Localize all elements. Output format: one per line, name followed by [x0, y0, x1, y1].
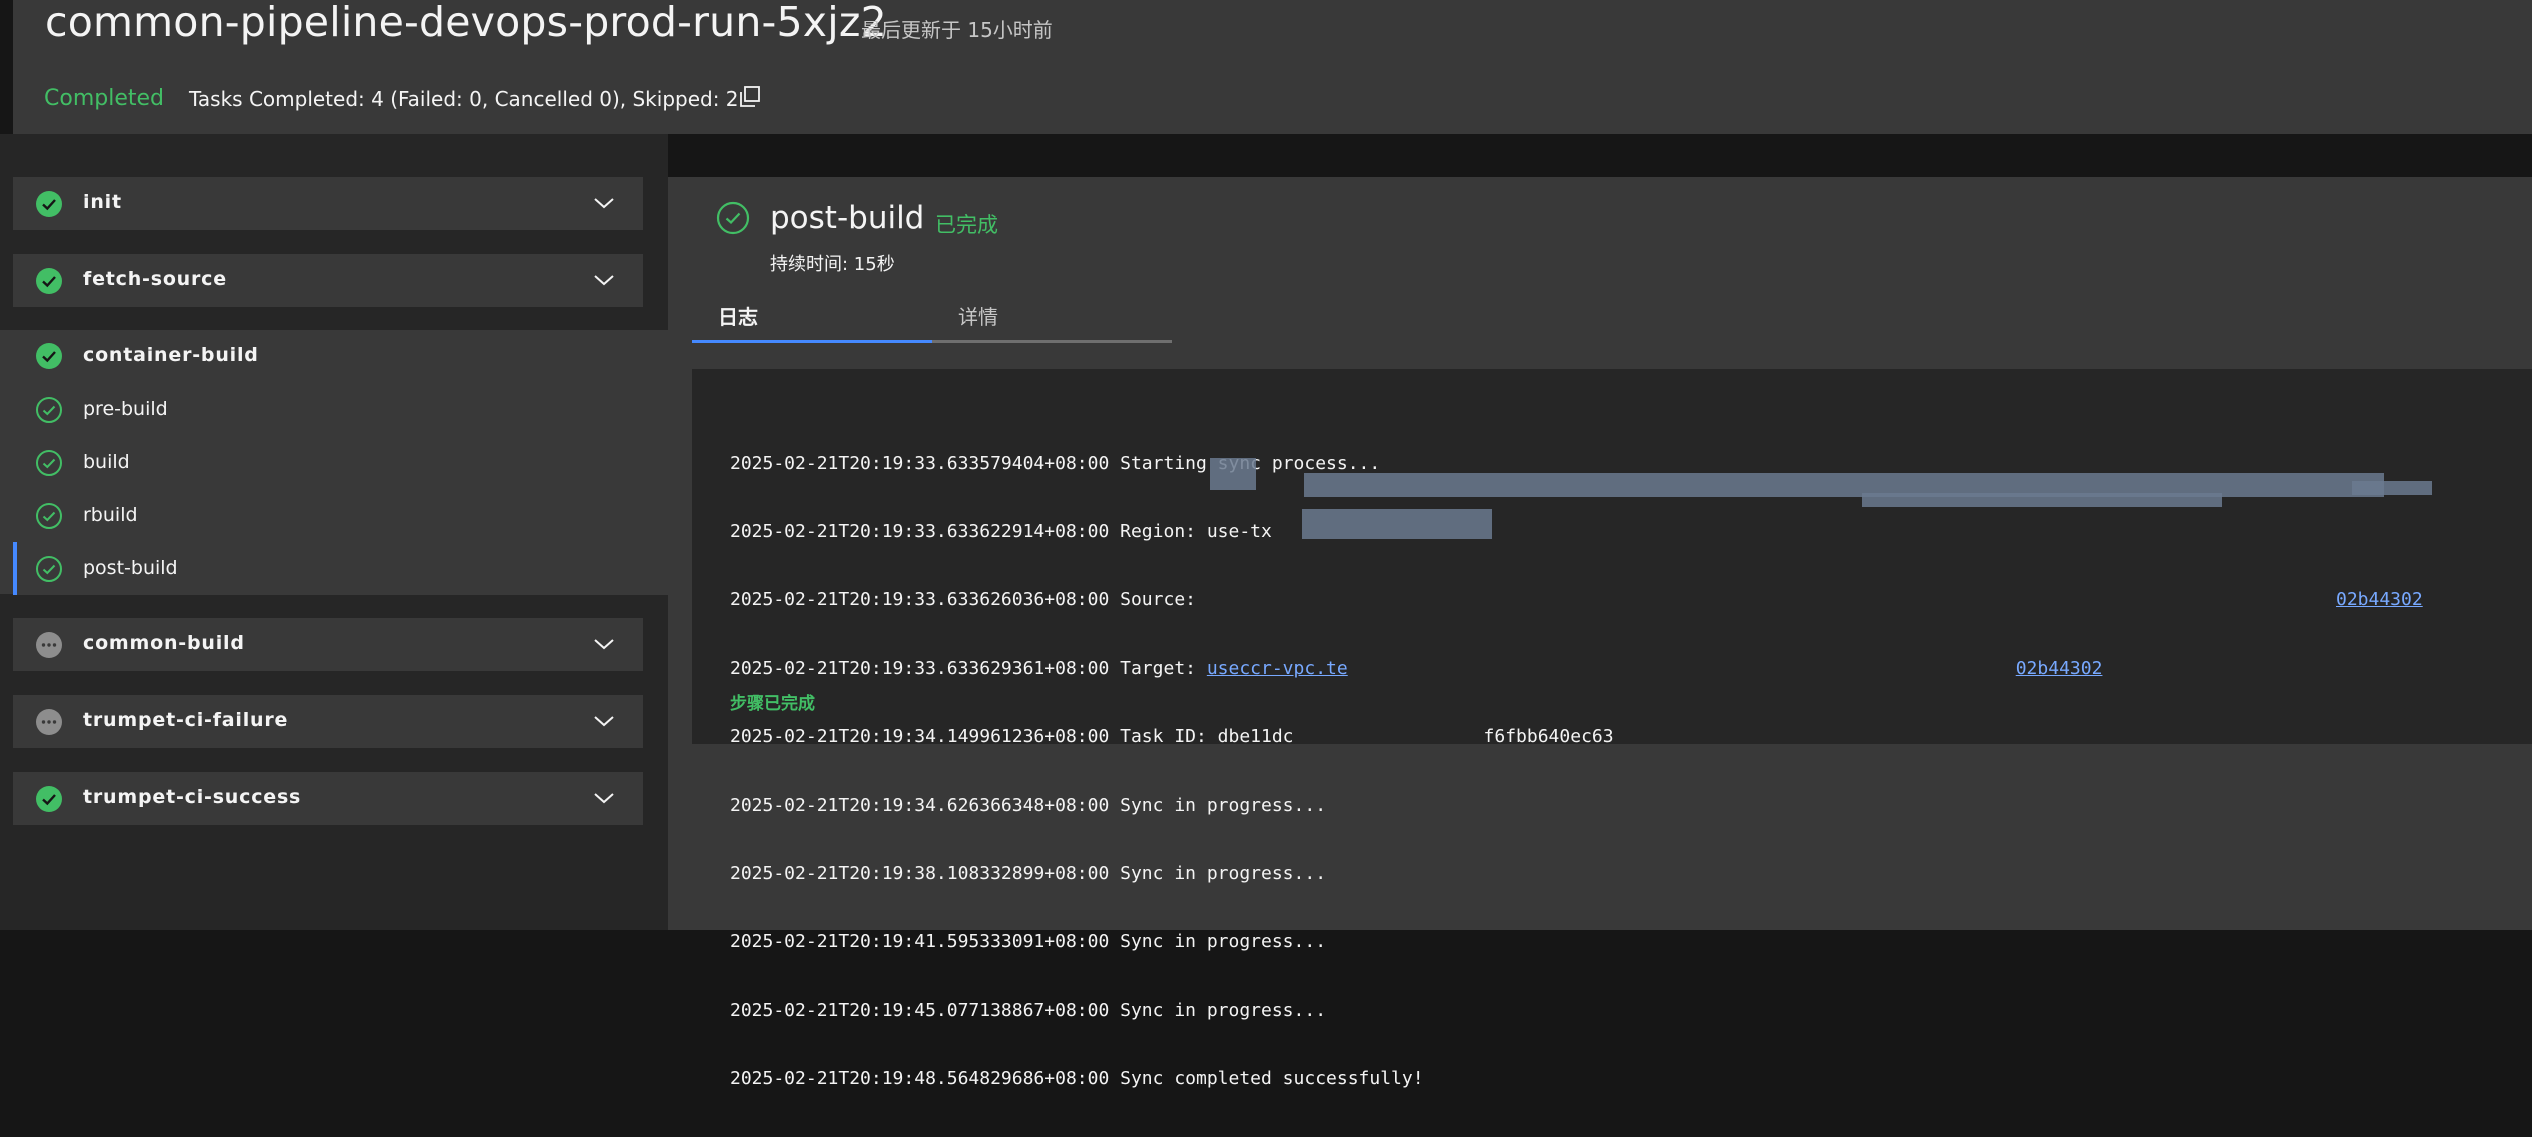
redacted-region: [1862, 493, 2222, 507]
copy-icon[interactable]: [737, 84, 763, 110]
log-lines: 2025-02-21T20:19:33.633579404+08:00 Star…: [730, 407, 2423, 1137]
check-circle-icon: [36, 397, 62, 423]
step-status: 已完成: [935, 213, 998, 237]
success-icon: [36, 191, 62, 217]
target-link-tail[interactable]: 02b44302: [2016, 658, 2103, 679]
chevron-down-icon: [594, 275, 614, 286]
task-common-build[interactable]: common-build: [13, 618, 643, 671]
step-pre-build[interactable]: pre-build: [13, 383, 668, 436]
tab-label: 详情: [958, 305, 998, 329]
tab-label: 日志: [718, 305, 758, 329]
step-build[interactable]: build: [13, 436, 668, 489]
log-line: 2025-02-21T20:19:33.633626036+08:00 Sour…: [730, 589, 2423, 611]
success-icon: [36, 343, 62, 369]
task-init[interactable]: init: [13, 177, 643, 230]
step-label: pre-build: [83, 398, 168, 420]
step-post-build[interactable]: post-build: [13, 542, 668, 595]
task-header[interactable]: container-build: [13, 330, 668, 382]
last-updated: 最后更新于 15小时前: [861, 18, 1053, 42]
log-line: 2025-02-21T20:19:41.595333091+08:00 Sync…: [730, 931, 1327, 953]
task-fetch-source[interactable]: fetch-source: [13, 254, 643, 307]
source-link[interactable]: 02b44302: [2336, 589, 2423, 610]
task-list: init fetch-source container-build pre-bu…: [0, 134, 668, 930]
redacted-region: [1302, 509, 1492, 539]
task-name: fetch-source: [83, 268, 227, 290]
log-line: 2025-02-21T20:19:34.149961236+08:00 Task…: [730, 726, 1614, 748]
chevron-down-icon: [594, 198, 614, 209]
step-label: build: [83, 451, 130, 473]
check-circle-icon: [36, 503, 62, 529]
tasks-summary: Tasks Completed: 4 (Failed: 0, Cancelled…: [189, 87, 739, 111]
redacted-region: [1210, 458, 1256, 490]
detail-tabs: 日志 详情: [692, 295, 1172, 343]
check-circle-icon: [36, 556, 62, 582]
step-duration: 持续时间: 15秒: [770, 254, 895, 275]
chevron-down-icon: [594, 639, 614, 650]
task-name: trumpet-ci-failure: [83, 709, 289, 731]
success-icon: [36, 268, 62, 294]
target-link[interactable]: useccr-vpc.te: [1207, 658, 1348, 679]
task-name: init: [83, 191, 122, 213]
log-line: 2025-02-21T20:19:38.108332899+08:00 Sync…: [730, 862, 1327, 884]
task-trumpet-ci-success[interactable]: trumpet-ci-success: [13, 772, 643, 825]
log-line: 2025-02-21T20:19:45.077138867+08:00 Sync…: [730, 999, 1327, 1021]
check-circle-icon: [716, 201, 750, 235]
task-trumpet-ci-failure[interactable]: trumpet-ci-failure: [13, 695, 643, 748]
log-line: 2025-02-21T20:19:33.633579404+08:00 Star…: [730, 452, 1381, 474]
run-header: common-pipeline-devops-prod-run-5xjz2 最后…: [13, 0, 2532, 134]
step-label: post-build: [83, 557, 178, 579]
step-title: post-build: [770, 200, 925, 236]
redacted-region: [1304, 473, 2384, 497]
chevron-down-icon: [594, 716, 614, 727]
task-name: trumpet-ci-success: [83, 786, 302, 808]
step-rbuild[interactable]: rbuild: [13, 489, 668, 542]
task-name: container-build: [83, 344, 259, 366]
success-icon: [36, 786, 62, 812]
task-container-build: container-build pre-build build rbuild p…: [0, 330, 668, 595]
log-viewer[interactable]: 2025-02-21T20:19:33.633579404+08:00 Star…: [692, 369, 2532, 1089]
step-complete-label: 步骤已完成: [730, 694, 815, 714]
step-label: rbuild: [83, 504, 138, 526]
run-status: Completed: [44, 86, 164, 111]
step-detail-panel: post-build 已完成 持续时间: 15秒 日志 详情 2025-02-2…: [668, 177, 2532, 1089]
tab-details[interactable]: 详情: [932, 295, 1172, 343]
page-title: common-pipeline-devops-prod-run-5xjz2: [45, 0, 887, 46]
task-name: common-build: [83, 632, 245, 654]
log-line: 2025-02-21T20:19:34.626366348+08:00 Sync…: [730, 794, 1327, 816]
chevron-down-icon: [594, 793, 614, 804]
tab-logs[interactable]: 日志: [692, 295, 932, 343]
skipped-icon: [36, 632, 62, 658]
log-line: 2025-02-21T20:19:33.633622914+08:00 Regi…: [730, 520, 1272, 542]
log-line: 2025-02-21T20:19:33.633629361+08:00 Targ…: [730, 657, 2103, 679]
check-circle-icon: [36, 450, 62, 476]
redacted-region: [2352, 481, 2432, 495]
skipped-icon: [36, 709, 62, 735]
log-line: 2025-02-21T20:19:48.564829686+08:00 Sync…: [730, 1068, 1424, 1090]
